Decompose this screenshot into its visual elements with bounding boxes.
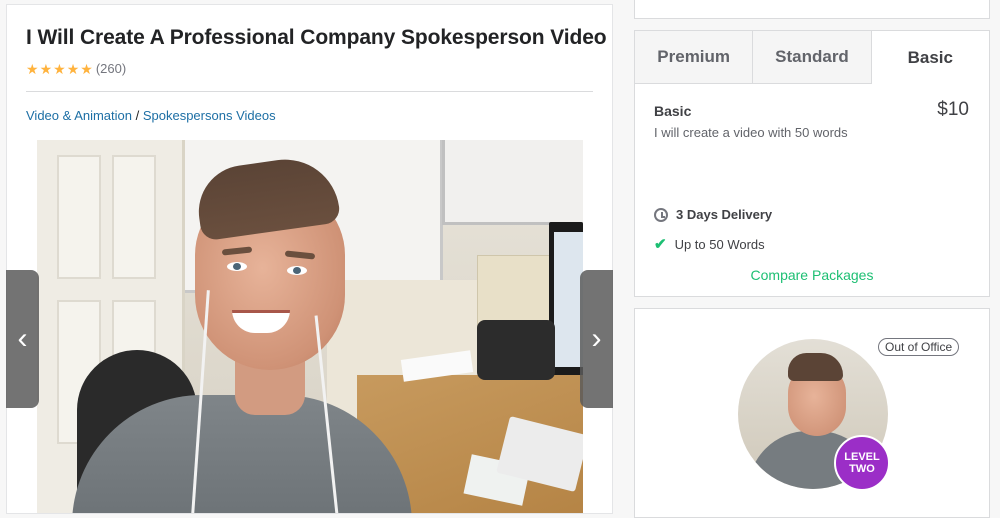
star-icon: ★	[26, 60, 39, 77]
package-tabs: Premium Standard Basic	[635, 31, 989, 84]
tab-standard[interactable]: Standard	[753, 31, 872, 84]
level-badge-line1: LEVEL	[844, 451, 880, 463]
gallery-next-button[interactable]: ›	[580, 270, 613, 408]
breadcrumb-category-link[interactable]: Video & Animation	[26, 108, 132, 123]
level-badge-line2: TWO	[849, 463, 875, 475]
breadcrumb-separator: /	[132, 108, 143, 123]
tab-premium[interactable]: Premium	[635, 31, 754, 84]
star-icon: ★	[80, 60, 93, 77]
gig-gallery-image[interactable]	[37, 140, 583, 513]
package-feature: ✔ Up to 50 Words	[654, 235, 765, 253]
status-badge: Out of Office	[878, 338, 960, 356]
breadcrumb-subcategory-link[interactable]: Spokespersons Videos	[143, 108, 276, 123]
star-rating: ★ ★ ★ ★ ★	[26, 62, 93, 76]
package-price: $10	[937, 99, 969, 120]
breadcrumb: Video & Animation / Spokespersons Videos	[26, 108, 276, 123]
chevron-right-icon: ›	[591, 322, 602, 355]
packages-panel: Premium Standard Basic Basic $10 I will …	[634, 30, 990, 297]
checkmark-icon: ✔	[654, 236, 667, 253]
gallery-prev-button[interactable]: ‹	[6, 270, 39, 408]
star-icon: ★	[66, 60, 80, 77]
star-icon: ★	[39, 60, 53, 77]
feature-label: Up to 50 Words	[674, 236, 765, 252]
package-name: Basic	[654, 103, 692, 119]
star-icon: ★	[53, 60, 66, 77]
delivery-label: 3 Days Delivery	[676, 207, 773, 222]
tab-basic[interactable]: Basic	[871, 31, 989, 84]
package-description: I will create a video with 50 words	[654, 125, 848, 140]
seller-card: Out of Office LEVEL TWO	[634, 308, 990, 518]
compare-packages-link[interactable]: Compare Packages	[635, 267, 989, 283]
rating-count[interactable]: (260)	[96, 61, 126, 76]
top-panel-edge	[634, 0, 990, 19]
seller-level-badge: LEVEL TWO	[834, 435, 890, 491]
gig-overview-card: I Will Create A Professional Company Spo…	[6, 4, 613, 514]
divider	[26, 91, 593, 92]
gig-title: I Will Create A Professional Company Spo…	[26, 26, 607, 49]
chevron-left-icon: ‹	[17, 322, 28, 355]
delivery-time: 3 Days Delivery	[654, 207, 772, 222]
clock-icon	[654, 207, 668, 222]
rating: ★ ★ ★ ★ ★ (260)	[26, 61, 126, 76]
